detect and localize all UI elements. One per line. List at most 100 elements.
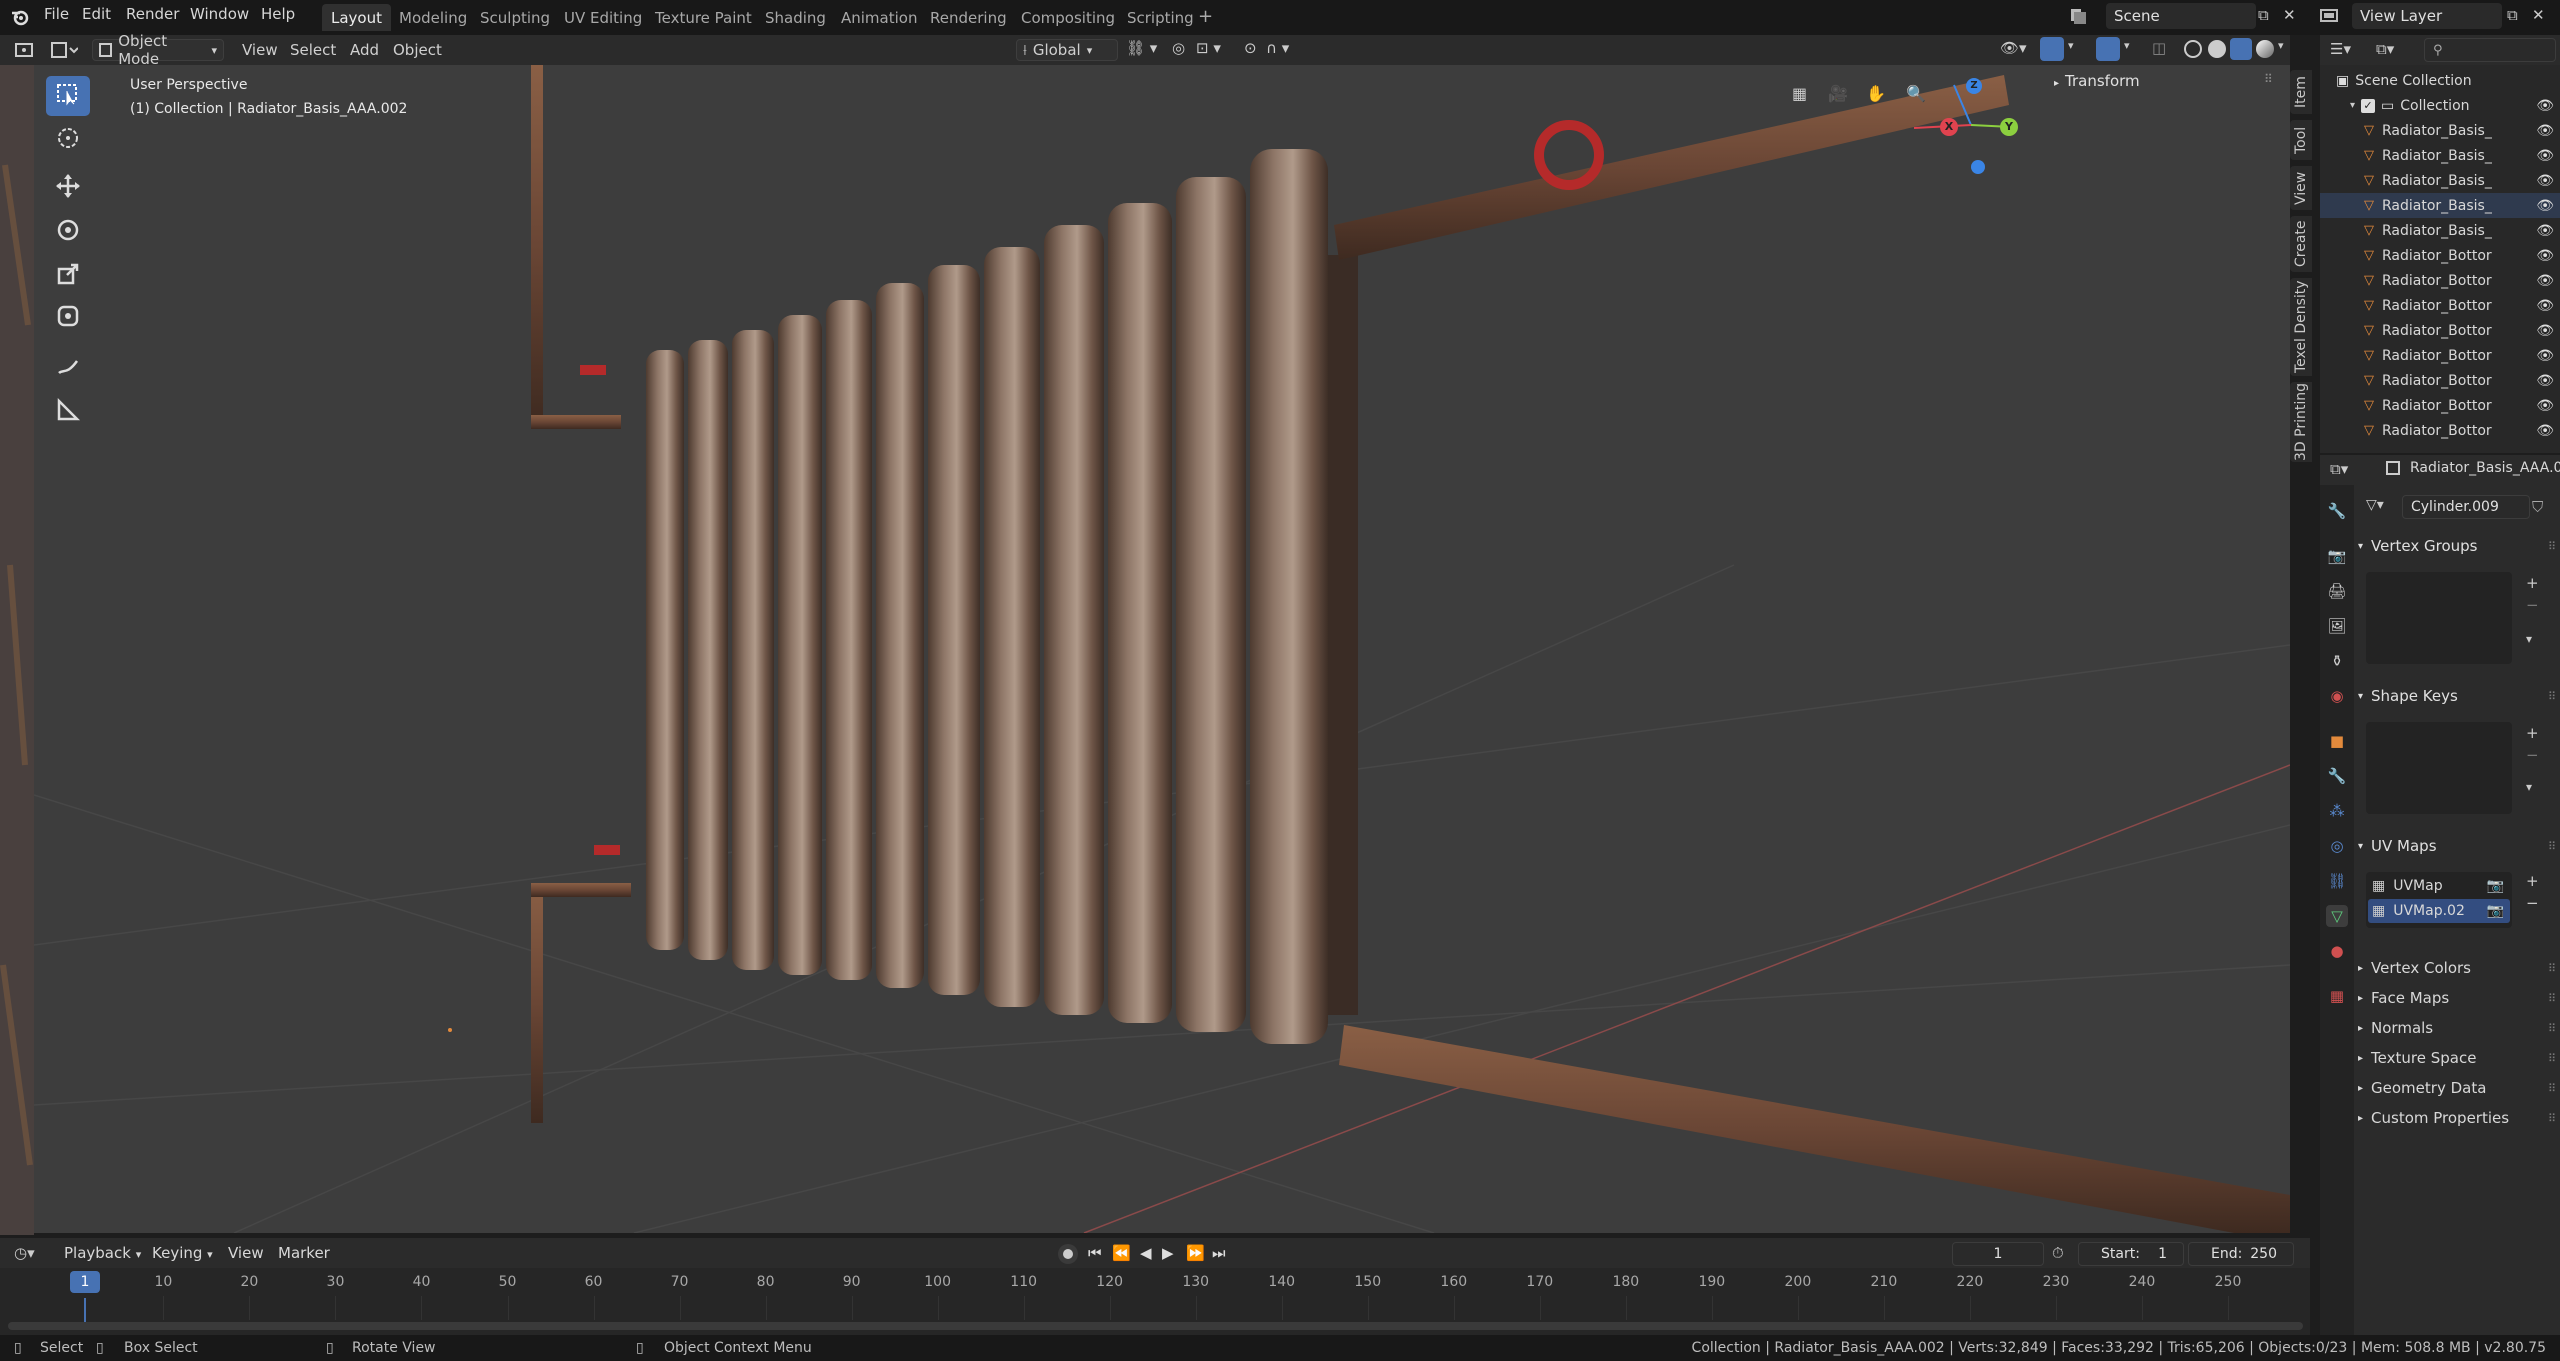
outliner-object-row[interactable]: ▽ Radiator_Bottor 👁 [2320,293,2560,318]
menu-edit[interactable]: Edit [82,5,111,23]
face-maps-panel-header[interactable]: ▸ Face Maps ⠿ [2358,984,2558,1012]
shape-key-specials-icon[interactable]: ▾ [2526,780,2532,794]
frame-start-field[interactable]: Start: 1 [2078,1242,2184,1266]
playback-menu[interactable]: Playback ▾ [64,1244,141,1262]
sidebar-tab-3d-printing[interactable]: 3D Printing [2290,382,2312,462]
outliner-object-row[interactable]: ▽ Radiator_Basis_ 👁 [2320,168,2560,193]
normals-panel-header[interactable]: ▸ Normals ⠿ [2358,1014,2558,1042]
viewport-menu-object[interactable]: Object [387,39,448,61]
scene-tab-icon[interactable]: ⚱ [2326,650,2348,672]
drag-handle-icon[interactable]: ⠿ [2548,690,2556,703]
outliner-editor-icon[interactable]: ☰▾ [2330,40,2351,58]
tab-uv-editing[interactable]: UV Editing [555,4,651,31]
pan-view-icon[interactable]: ✋ [1866,84,1886,103]
snap-target-icon[interactable]: ⊡ ▾ [1196,39,1221,57]
remove-vertex-group-icon[interactable]: − [2526,596,2539,614]
eye-icon[interactable]: 👁 [2536,423,2554,439]
viewport-menu-add[interactable]: Add [344,39,385,61]
geometry-data-panel-header[interactable]: ▸ Geometry Data ⠿ [2358,1074,2558,1102]
outliner-search-input[interactable]: ⚲ [2424,38,2556,62]
snap-icon[interactable]: ◎ [1172,39,1185,57]
tab-modeling[interactable]: Modeling [390,4,476,31]
remove-shape-key-icon[interactable]: − [2526,746,2539,764]
solid-shading-icon[interactable] [2208,40,2226,58]
wireframe-shading-icon[interactable] [2184,40,2202,58]
rendered-shading-icon[interactable] [2256,40,2274,58]
eye-icon[interactable]: 👁 [2536,148,2554,164]
transform-tool[interactable] [46,298,90,338]
transform-panel-header[interactable]: ▸ Transform [2054,72,2140,90]
drag-handle-icon[interactable]: ⠿ [2548,992,2556,1005]
vertex-colors-panel-header[interactable]: ▸ Vertex Colors ⠿ [2358,954,2558,982]
expand-arrow-icon[interactable]: ▾ [2350,100,2355,111]
prev-keyframe-icon[interactable]: ⏪ [1112,1244,1131,1262]
eye-icon[interactable]: 👁 [2536,98,2554,114]
uv-maps-panel-header[interactable]: ▾ UV Maps ⠿ [2358,832,2558,860]
xray-icon[interactable]: ◫ [2152,39,2166,57]
eye-icon[interactable]: 👁 [2536,298,2554,314]
measure-tool[interactable] [46,392,90,432]
collection-row[interactable]: ▾ ✓ ▭ Collection 👁 [2320,93,2560,118]
add-shape-key-icon[interactable]: + [2526,724,2539,742]
jump-start-icon[interactable]: ⏮ [1088,1244,1102,1262]
timeline-view-menu[interactable]: View [228,1244,264,1262]
sidebar-tab-create[interactable]: Create [2290,216,2312,272]
jump-end-icon[interactable]: ⏭ [1212,1244,1226,1262]
eye-icon[interactable]: 👁 [2536,273,2554,289]
uv-map-item-selected[interactable]: ▦ UVMap.02 📷 [2368,899,2510,923]
material-tab-icon[interactable]: ● [2326,940,2348,962]
render-camera-icon[interactable]: 📷 [2487,903,2504,919]
menu-file[interactable]: File [44,5,69,23]
render-tab-icon[interactable]: 📷 [2326,545,2348,567]
eye-icon[interactable]: 👁 [2536,348,2554,364]
outliner-object-row[interactable]: ▽ Radiator_Basis_ 👁 [2320,218,2560,243]
uv-map-item[interactable]: ▦ UVMap 📷 [2368,874,2510,898]
tab-animation[interactable]: Animation [832,4,926,31]
record-button[interactable] [1058,1244,1078,1264]
eye-icon[interactable]: 👁 [2536,323,2554,339]
scene-selector[interactable]: Scene [2106,3,2256,29]
timeline-scrollbar[interactable] [8,1322,2303,1330]
vertex-group-specials-icon[interactable]: ▾ [2526,632,2532,646]
tab-scripting[interactable]: Scripting [1118,4,1203,31]
mesh-data-tab-icon[interactable]: ▽ [2326,905,2348,927]
outliner-object-row[interactable]: ▽ Radiator_Bottor 👁 [2320,418,2560,443]
move-tool[interactable] [46,168,90,208]
toggle-camera-grid-icon[interactable]: ▦ [1792,84,1807,103]
blender-logo-icon[interactable] [10,7,30,27]
tab-sculpting[interactable]: Sculpting [471,4,559,31]
material-shading-icon[interactable] [2230,38,2252,60]
overlays-toggle-icon[interactable] [2096,37,2120,61]
output-tab-icon[interactable]: 🖨 [2326,580,2348,602]
viewport-menu-select[interactable]: Select [284,39,342,61]
3d-viewport[interactable] [34,65,2290,1233]
eye-icon[interactable]: 👁 [2536,223,2554,239]
marker-menu[interactable]: Marker [278,1244,330,1262]
eye-icon[interactable]: 👁 [2536,248,2554,264]
drag-handle-icon[interactable]: ⠿ [2548,840,2556,853]
zoom-view-icon[interactable]: 🔍 [1906,84,1926,103]
sidebar-tab-view[interactable]: View [2290,166,2312,210]
mesh-datablock-icon[interactable]: ▽▾ [2366,497,2384,513]
mesh-name-field[interactable]: Cylinder.009 [2402,495,2530,519]
modifiers-tab-icon[interactable]: 🔧 [2326,765,2348,787]
delete-view-layer-icon[interactable]: ✕ [2532,6,2545,24]
eye-icon[interactable]: 👁 [2536,198,2554,214]
next-keyframe-icon[interactable]: ⏩ [1186,1244,1205,1262]
drag-handle-icon[interactable]: ⠿ [2548,962,2556,975]
play-reverse-icon[interactable]: ◀ [1140,1244,1152,1262]
sidebar-tab-texel-density[interactable]: Texel Density [2290,278,2312,376]
eye-icon[interactable]: 👁 [2536,123,2554,139]
outliner-object-row[interactable]: ▽ Radiator_Bottor 👁 [2320,343,2560,368]
view-layer-selector[interactable]: View Layer [2352,3,2502,29]
eye-icon[interactable]: 👁 [2536,173,2554,189]
vertex-groups-list[interactable] [2366,572,2512,664]
editor-type-icon[interactable] [14,40,34,60]
vertex-groups-panel-header[interactable]: ▾ Vertex Groups ⠿ [2358,532,2558,560]
new-view-layer-icon[interactable]: ⧉ [2507,6,2518,24]
tab-layout[interactable]: Layout [322,4,391,31]
gizmo-dropdown-icon[interactable]: ▾ [2068,39,2074,52]
shading-dropdown-icon[interactable]: ▾ [2278,39,2284,52]
proportional-edit-icon[interactable]: ⊙ [1244,39,1257,57]
scale-tool[interactable] [46,256,90,296]
